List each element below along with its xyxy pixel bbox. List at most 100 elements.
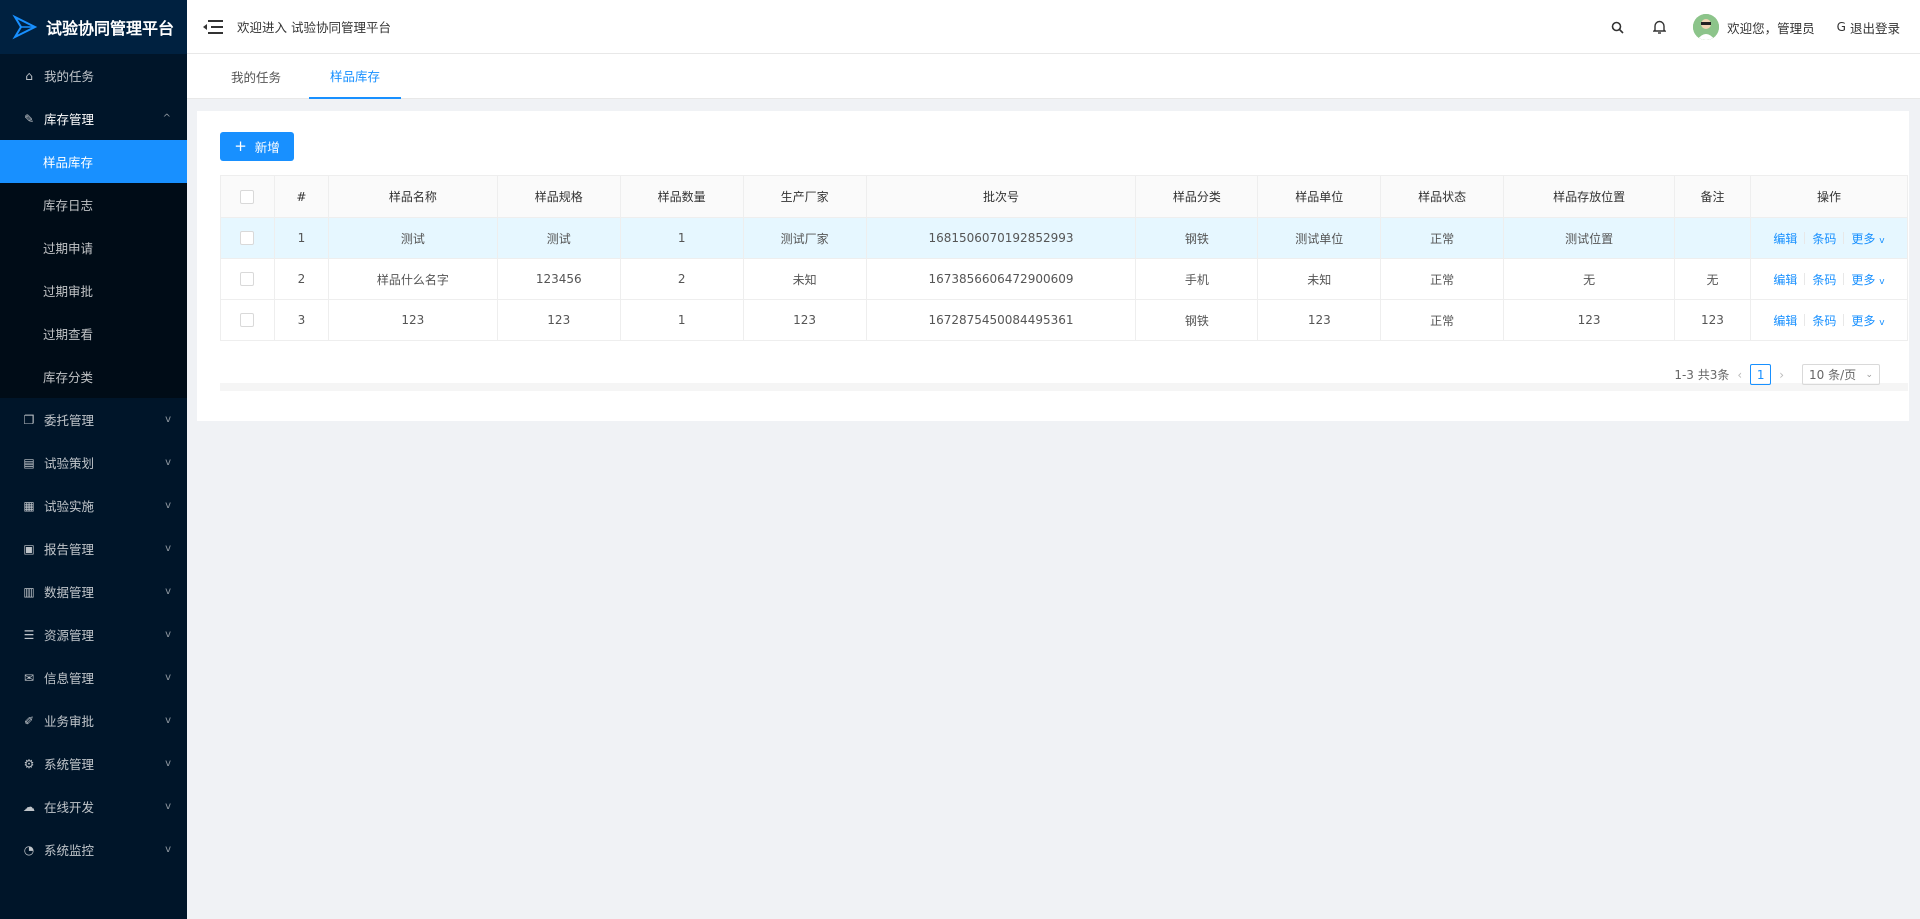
actions-cell: 编辑 条码 更多 v bbox=[1749, 299, 1909, 341]
cloud-icon: ☁ bbox=[23, 799, 35, 814]
barcode-link[interactable]: 条码 bbox=[1812, 230, 1836, 247]
sidebar-item-10[interactable]: ⚙ 系统管理 v bbox=[0, 742, 187, 785]
column-header: 样品单位 bbox=[1257, 175, 1382, 218]
chevron-down-icon: v bbox=[165, 414, 171, 425]
content-card: + 新增 # 样品名称 样品规格 样品数量 生产厂家 批次号 样品分类 样品单位 样品状态 样品存放… bbox=[197, 111, 1909, 421]
logout-icon: G bbox=[1836, 20, 1846, 34]
sidebar-item-1[interactable]: ✎ 库存管理 ^ bbox=[0, 97, 187, 140]
select-all-checkbox[interactable] bbox=[240, 189, 255, 204]
add-button[interactable]: + 新增 bbox=[220, 132, 294, 161]
gear-icon: ⚙ bbox=[23, 756, 35, 771]
prev-page-icon[interactable]: ‹ bbox=[1737, 368, 1742, 382]
report-icon: ▣ bbox=[23, 541, 35, 556]
page-number[interactable]: 1 bbox=[1750, 364, 1772, 385]
table-row[interactable]: 2 样品什么名字 123456 2 未知 1673856606472900609 手机 未知正… bbox=[220, 258, 1909, 300]
table-cell: 测试 bbox=[496, 217, 621, 259]
column-header: # bbox=[273, 175, 329, 218]
submenu-item-4[interactable]: 过期查看 bbox=[0, 312, 187, 355]
row-checkbox[interactable] bbox=[240, 231, 255, 246]
submenu-item-5[interactable]: 库存分类 bbox=[0, 355, 187, 398]
table-cell: 1 bbox=[619, 217, 744, 259]
table-cell: 无 bbox=[1503, 258, 1676, 300]
table-cell: 123 bbox=[496, 299, 621, 341]
table-row[interactable]: 1 测试 测试 1 测试厂家 1681506070192852993 钢铁 测试单位 正常 测试位… bbox=[220, 217, 1909, 259]
sidebar-item-4[interactable]: ▦ 试验实施 v bbox=[0, 484, 187, 527]
more-link[interactable]: 更多 v bbox=[1851, 230, 1884, 247]
user-greeting[interactable]: 欢迎您，管理员 bbox=[1727, 18, 1815, 37]
submenu-item-1[interactable]: 库存日志 bbox=[0, 183, 187, 226]
edit-link[interactable]: 编辑 bbox=[1773, 271, 1797, 288]
edit-link[interactable]: 编辑 bbox=[1773, 312, 1797, 329]
sidebar-item-label: 库存管理 bbox=[44, 112, 95, 127]
menu-fold-icon[interactable] bbox=[203, 19, 223, 35]
table-cell: 样品什么名字 bbox=[327, 258, 498, 300]
sidebar-item-8[interactable]: ✉ 信息管理 v bbox=[0, 656, 187, 699]
tab-sample-inventory[interactable]: 样品库存 bbox=[309, 54, 401, 99]
table-cell: 2 bbox=[273, 258, 329, 300]
barcode-link[interactable]: 条码 bbox=[1812, 271, 1836, 288]
table-cell: 测试单位 bbox=[1257, 217, 1382, 259]
table-cell: 未知 bbox=[1257, 258, 1382, 300]
row-select-cell bbox=[220, 258, 275, 300]
logout-button[interactable]: G 退出登录 bbox=[1837, 18, 1900, 37]
sidebar-item-label: 我的任务 bbox=[44, 69, 95, 84]
sidebar-item-5[interactable]: ▣ 报告管理 v bbox=[0, 527, 187, 570]
sidebar-item-11[interactable]: ☁ 在线开发 v bbox=[0, 785, 187, 828]
table-cell: 正常 bbox=[1380, 299, 1505, 341]
chevron-down-icon: v bbox=[165, 586, 171, 597]
table-scrollbar[interactable] bbox=[220, 383, 1908, 391]
sidebar-item-label: 报告管理 bbox=[44, 542, 95, 557]
sidebar-item-2[interactable]: ❐ 委托管理 v bbox=[0, 398, 187, 441]
pagination: 1-3 共3条 ‹ 1 › 10 条/页 ⌄ bbox=[1674, 364, 1880, 385]
chevron-down-icon: v bbox=[1879, 317, 1885, 328]
chevron-down-icon: v bbox=[1879, 235, 1885, 246]
row-checkbox[interactable] bbox=[240, 313, 255, 328]
table-cell: 123 bbox=[1674, 299, 1751, 341]
actions-cell: 编辑 条码 更多 v bbox=[1749, 258, 1909, 300]
logo[interactable]: 试验协同管理平台 bbox=[0, 0, 187, 54]
more-link[interactable]: 更多 v bbox=[1851, 312, 1884, 329]
more-label: 更多 bbox=[1851, 231, 1876, 246]
mail-icon: ✉ bbox=[23, 670, 35, 685]
submenu-item-2[interactable]: 过期申请 bbox=[0, 226, 187, 269]
welcome-text: 欢迎进入 试验协同管理平台 bbox=[237, 20, 391, 35]
sidebar-item-9[interactable]: ✐ 业务审批 v bbox=[0, 699, 187, 742]
sidebar-item-0[interactable]: ⌂ 我的任务 bbox=[0, 54, 187, 97]
sidebar-item-3[interactable]: ▤ 试验策划 v bbox=[0, 441, 187, 484]
avatar[interactable] bbox=[1693, 14, 1720, 40]
table-cell: 钢铁 bbox=[1135, 217, 1259, 259]
tab-bar: 我的任务 样品库存 bbox=[187, 54, 1920, 99]
table-cell: 123 bbox=[327, 299, 498, 341]
submenu: 样品库存 库存日志 过期申请 过期审批 过期查看 库存分类 bbox=[0, 140, 187, 398]
bell-icon[interactable] bbox=[1651, 19, 1667, 35]
row-checkbox[interactable] bbox=[240, 272, 255, 287]
add-button-label: 新增 bbox=[254, 140, 280, 155]
column-header: 操作 bbox=[1749, 175, 1909, 218]
sidebar-item-12[interactable]: ◔ 系统监控 v bbox=[0, 828, 187, 871]
sidebar: 试验协同管理平台 ⌂ 我的任务 ✎ 库存管理 ^ 样品库存 库存日志 过期申请 过期审批 过期查看… bbox=[0, 0, 187, 919]
sidebar-item-7[interactable]: ☰ 资源管理 v bbox=[0, 613, 187, 656]
table-cell: 手机 bbox=[1135, 258, 1259, 300]
tab-my-tasks[interactable]: 我的任务 bbox=[227, 54, 285, 99]
table-cell: 2 bbox=[619, 258, 744, 300]
column-header: 生产厂家 bbox=[742, 175, 867, 218]
table-cell: 钢铁 bbox=[1135, 299, 1259, 341]
chevron-down-icon: v bbox=[165, 629, 171, 640]
submenu-item-0[interactable]: 样品库存 bbox=[0, 140, 187, 183]
search-icon[interactable] bbox=[1609, 19, 1625, 35]
sidebar-item-6[interactable]: ▥ 数据管理 v bbox=[0, 570, 187, 613]
sidebar-item-label: 信息管理 bbox=[44, 671, 95, 686]
column-header: 批次号 bbox=[865, 175, 1137, 218]
edit-link[interactable]: 编辑 bbox=[1773, 230, 1797, 247]
logo-icon bbox=[12, 14, 38, 40]
more-link[interactable]: 更多 v bbox=[1851, 271, 1884, 288]
table-row[interactable]: 3 123 123 1 123 1672875450084495361 钢铁 123 正常 123… bbox=[220, 299, 1909, 341]
plus-icon: + bbox=[234, 137, 247, 155]
page-size-select[interactable]: 10 条/页 ⌄ bbox=[1802, 364, 1880, 385]
more-label: 更多 bbox=[1851, 313, 1876, 328]
submenu-item-3[interactable]: 过期审批 bbox=[0, 269, 187, 312]
logout-label: 退出登录 bbox=[1849, 20, 1900, 36]
barcode-link[interactable]: 条码 bbox=[1812, 312, 1836, 329]
next-page-icon[interactable]: › bbox=[1779, 368, 1784, 382]
table-cell: 1673856606472900609 bbox=[865, 258, 1137, 300]
